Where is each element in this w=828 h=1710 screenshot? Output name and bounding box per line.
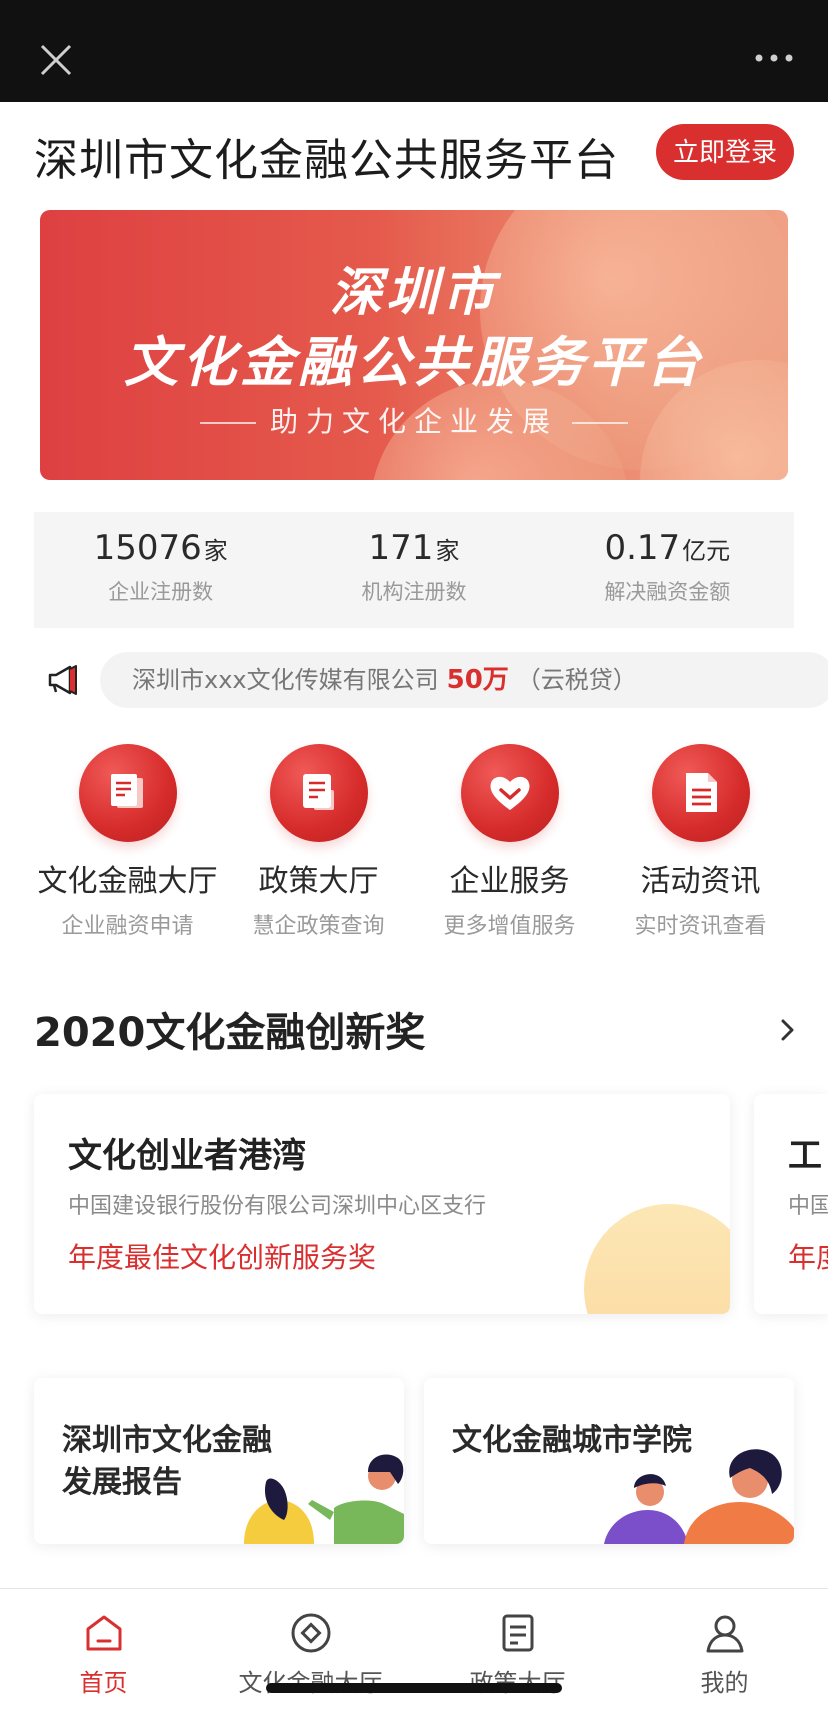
- slogan-dash: [572, 422, 628, 424]
- banner-title-line1: 深圳市: [329, 263, 498, 323]
- tab-label: 我的: [700, 1669, 749, 1697]
- service-subtitle: 实时资讯查看: [634, 914, 767, 939]
- banner-title-line2: 文化金融公共服务平台: [124, 331, 704, 394]
- tab-label: 首页: [79, 1669, 128, 1697]
- promo-banner[interactable]: 深圳市 文化金融公共服务平台 助力文化企业发展: [40, 210, 788, 480]
- stat-value: 0.17亿元: [541, 528, 794, 568]
- award-prize: 年度最佳文化创新服务奖: [68, 1241, 377, 1274]
- service-subtitle: 企业融资申请: [61, 914, 194, 939]
- stat-financing: 0.17亿元 解决融资金额: [541, 512, 794, 628]
- stat-unit: 家: [203, 537, 228, 565]
- award-org: 中国: [788, 1194, 828, 1219]
- stat-unit: 亿元: [682, 537, 731, 565]
- service-title: 政策大厅: [258, 864, 379, 899]
- heart-icon: [490, 776, 529, 810]
- chevron-right-icon[interactable]: [778, 1016, 798, 1044]
- home-indicator: [266, 1683, 562, 1693]
- finance-hall-icon: [291, 1613, 330, 1653]
- stat-institution: 171家 机构注册数: [287, 512, 540, 628]
- page-header: 深圳市文化金融公共服务平台 立即登录: [0, 102, 828, 202]
- award-org: 中国建设银行股份有限公司深圳中心区支行: [68, 1194, 487, 1219]
- service-icon-badge: [269, 744, 368, 842]
- stat-unit: 家: [435, 537, 460, 565]
- service-subtitle: 更多增值服务: [443, 914, 576, 939]
- service-icon-badge: [78, 744, 177, 842]
- academy-card[interactable]: 文化金融城市学院: [424, 1378, 794, 1544]
- stat-label: 机构注册数: [361, 580, 467, 604]
- megaphone-icon: [48, 665, 77, 695]
- people-illustration: [244, 1454, 404, 1544]
- notice-pill[interactable]: 深圳市xxx文化传媒有限公司 50万 （云税贷）: [100, 652, 828, 708]
- stats-panel: 15076家 企业注册数 171家 机构注册数 0.17亿元 解决融资金额: [34, 512, 794, 628]
- award-card[interactable]: 工 中国 年度: [754, 1094, 828, 1314]
- card-decoration: [584, 1204, 730, 1314]
- stat-number: 15076: [93, 528, 202, 568]
- login-button[interactable]: 立即登录: [656, 124, 794, 180]
- news-icon: [685, 773, 717, 812]
- service-activity-news[interactable]: 活动资讯 实时资讯查看: [605, 744, 796, 950]
- home-icon: [86, 1615, 121, 1651]
- award-name: 工: [788, 1136, 822, 1176]
- stat-value: 171家: [287, 528, 540, 568]
- stat-number: 171: [368, 528, 434, 568]
- notice-ticker[interactable]: 深圳市xxx文化传媒有限公司 50万 （云税贷）: [40, 650, 828, 710]
- people-illustration: [604, 1449, 794, 1544]
- notice-amount: 50万: [446, 665, 509, 695]
- service-finance-hall[interactable]: 文化金融大厅 企业融资申请: [32, 744, 223, 950]
- document-icon: [302, 774, 334, 810]
- service-title: 文化金融大厅: [37, 864, 218, 899]
- slogan-dash: [199, 422, 256, 424]
- more-icon[interactable]: [754, 48, 794, 68]
- awards-section-title: 2020文化金融创新奖: [34, 1010, 426, 1056]
- document-stack-icon: [110, 774, 143, 808]
- notice-product: （云税贷）: [516, 666, 637, 694]
- service-title: 企业服务: [449, 864, 570, 899]
- service-icon-badge: [460, 744, 559, 842]
- stat-value: 15076家: [34, 528, 287, 568]
- page-title: 深圳市文化金融公共服务平台: [34, 135, 619, 186]
- top-bar: [0, 0, 828, 102]
- close-icon[interactable]: [36, 40, 76, 80]
- banner-slogan: 助力文化企业发展: [40, 400, 788, 440]
- award-name: 文化创业者港湾: [68, 1136, 306, 1176]
- stat-number: 0.17: [604, 528, 681, 568]
- stat-label: 解决融资金额: [604, 580, 731, 604]
- policy-hall-icon: [502, 1614, 533, 1652]
- service-policy-hall[interactable]: 政策大厅 慧企政策查询: [223, 744, 414, 950]
- service-title: 活动资讯: [640, 864, 761, 899]
- stat-label: 企业注册数: [108, 580, 214, 604]
- banner-slogan-text: 助力文化企业发展: [269, 405, 558, 438]
- award-card[interactable]: 文化创业者港湾 中国建设银行股份有限公司深圳中心区支行 年度最佳文化创新服务奖: [34, 1094, 730, 1314]
- service-subtitle: 慧企政策查询: [252, 914, 385, 939]
- tab-profile[interactable]: 我的: [621, 1589, 828, 1710]
- award-prize: 年度: [788, 1241, 828, 1274]
- service-icon-badge: [651, 744, 750, 842]
- report-card[interactable]: 深圳市文化金融 发展报告: [34, 1378, 404, 1544]
- tab-home[interactable]: 首页: [0, 1589, 207, 1710]
- services-grid: 文化金融大厅 企业融资申请 政策大厅 慧企政策查询 企业服务 更多增值服务 活动…: [32, 744, 796, 950]
- profile-icon: [706, 1615, 743, 1653]
- notice-company: 深圳市xxx文化传媒有限公司: [132, 666, 439, 694]
- service-enterprise[interactable]: 企业服务 更多增值服务: [414, 744, 605, 950]
- stat-enterprise: 15076家 企业注册数: [34, 512, 287, 628]
